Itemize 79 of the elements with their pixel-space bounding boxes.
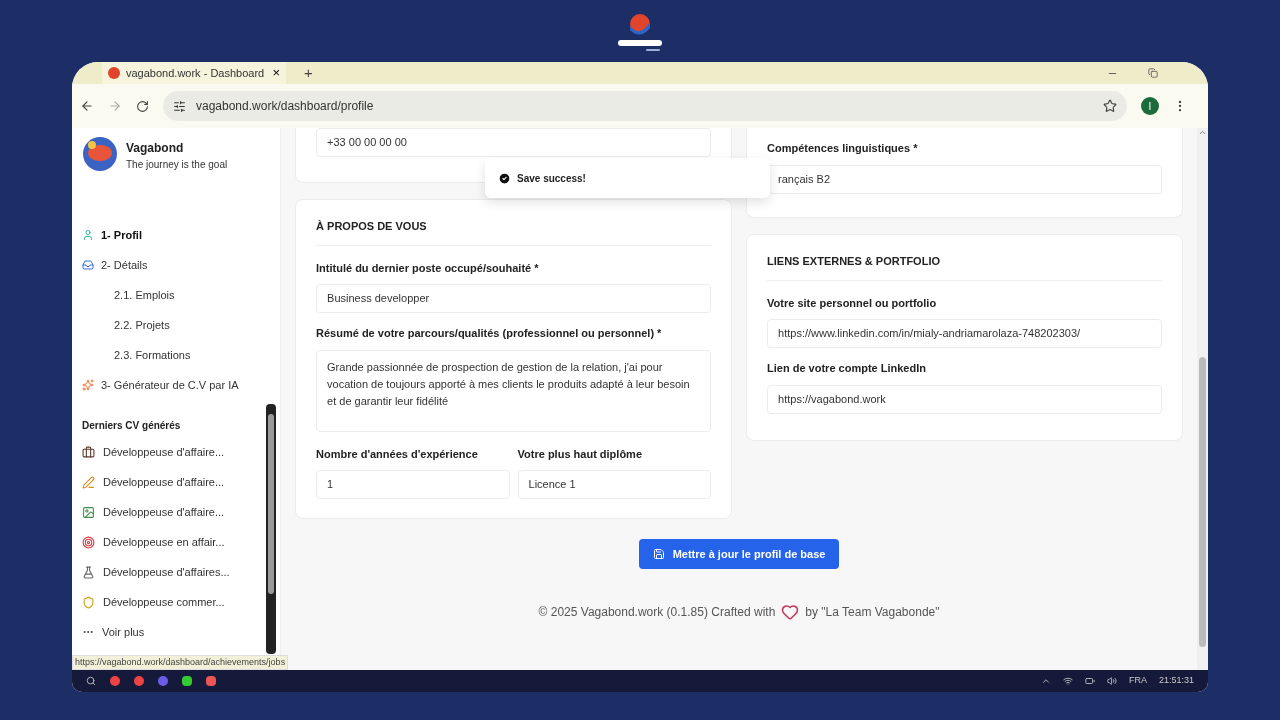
section-title: LIENS EXTERNES & PORTFOLIO <box>767 253 1163 281</box>
battery-icon[interactable] <box>1084 676 1095 686</box>
shield-icon <box>82 595 95 609</box>
reload-icon[interactable] <box>136 99 149 113</box>
favicon-icon <box>108 67 120 79</box>
job-title-field[interactable]: Business developper <box>316 284 712 313</box>
field-label: Votre site personnel ou portfolio <box>767 295 938 311</box>
url-text: vagabond.work/dashboard/profile <box>196 98 374 115</box>
field-label: Résumé de votre parcours/qualités (professionnel ou personnel) * <box>316 326 663 341</box>
phone-field[interactable]: +33 00 00 00 00 <box>316 128 712 157</box>
back-icon[interactable] <box>80 99 94 113</box>
nav-item[interactable]: 3- Générateur de C.V par IA <box>82 370 281 400</box>
footer-text: © 2025 Vagabond.work (0.1.85) Crafted with <box>538 604 776 621</box>
page-scrollbar[interactable] <box>1197 128 1208 670</box>
section-title: À PROPOS DE VOUS <box>316 218 712 246</box>
nav-subitem[interactable]: 2.3. Formations <box>82 340 281 370</box>
tab-title: vagabond.work - Dashboard <box>126 65 265 81</box>
browser-taskbar-icon[interactable] <box>134 676 144 686</box>
wifi-icon[interactable] <box>1062 676 1073 686</box>
save-icon <box>652 548 665 560</box>
field-label: Nombre d'années d'expérience <box>316 446 479 462</box>
toast: Save success! <box>485 158 770 198</box>
new-tab-button[interactable]: + <box>304 62 313 85</box>
flask-icon <box>82 565 95 579</box>
field-label: Votre plus haut diplôme <box>517 446 644 462</box>
website-field[interactable]: https://www.linkedin.com/in/mialy-andriamarolaza-748202303/ <box>767 319 1163 348</box>
recent-cv-item[interactable]: Développeuse d'affaire... <box>82 437 267 467</box>
heart-icon <box>781 603 800 621</box>
browser-taskbar-icon[interactable] <box>110 676 120 686</box>
experience-field[interactable]: 1 <box>316 470 510 499</box>
recent-cv-item[interactable]: Développeuse d'affaire... <box>82 497 267 527</box>
languages-field[interactable]: rançais B2 <box>767 164 1163 194</box>
nav-item[interactable]: 1- Profil <box>82 220 281 250</box>
footer-text: by "La Team Vagabonde" <box>805 604 940 621</box>
recent-cv-item[interactable]: Développeuse d'affaires... <box>82 557 267 587</box>
field-label: Intitulé du dernier poste occupé/souhaité * <box>316 260 540 276</box>
site-settings-icon[interactable] <box>173 99 186 113</box>
update-profile-button[interactable]: Mettre à jour le profil de base <box>638 539 840 569</box>
brand-logo-icon <box>82 136 118 172</box>
recent-heading: Derniers CV générés <box>82 419 182 433</box>
recent-cv-item[interactable]: Développeuse commer... <box>82 587 267 617</box>
volume-icon[interactable] <box>1106 676 1117 686</box>
brand-name: Vagabond <box>126 140 185 157</box>
profile-avatar[interactable]: I <box>1141 97 1159 115</box>
status-url: https://vagabond.work/dashboard/achievements/jobs <box>72 655 289 670</box>
app-taskbar-icon[interactable] <box>158 676 168 686</box>
sparkles-icon <box>82 379 94 391</box>
target-icon <box>82 535 95 549</box>
image-icon <box>82 505 95 519</box>
success-icon <box>498 171 511 185</box>
address-bar[interactable]: vagabond.work/dashboard/profile <box>163 91 1127 121</box>
recent-cv-item[interactable]: Développeuse d'affaire... <box>82 467 267 497</box>
inbox-icon <box>82 259 94 271</box>
tray-icon[interactable] <box>1040 676 1051 686</box>
nav-subitem[interactable]: 2.1. Emplois <box>82 280 281 310</box>
app-taskbar-icon[interactable] <box>206 676 216 686</box>
nav-subitem[interactable]: 2.2. Projets <box>82 310 281 340</box>
user-icon <box>82 229 94 241</box>
field-label: Compétences linguistiques * <box>767 141 919 156</box>
degree-field[interactable]: Licence 1 <box>517 470 712 499</box>
linkedin-field[interactable]: https://vagabond.work <box>767 384 1163 414</box>
tab-close[interactable]: × <box>272 63 280 83</box>
see-more-link[interactable]: Voir plus <box>82 617 267 647</box>
briefcase-icon <box>82 445 95 459</box>
field-label: Lien de votre compte LinkedIn <box>767 361 927 376</box>
pen-icon <box>82 475 95 489</box>
recent-cv-item[interactable]: Développeuse en affair... <box>82 527 267 557</box>
scroll-up-icon[interactable] <box>1198 128 1207 137</box>
sidebar-scrollbar[interactable] <box>266 404 277 654</box>
restore-icon[interactable] <box>1148 68 1158 78</box>
nav-item[interactable]: 2- Détails <box>82 250 281 280</box>
brand-tagline: The journey is the goal <box>126 158 228 172</box>
summary-textarea[interactable]: Grande passionnée de prospection de gestion de la relation, j'ai pour vocation de toujours apporté à mes clients le produits adapté à leur besoin et de garantir leur fidélité <box>316 349 712 432</box>
bookmark-icon[interactable] <box>1103 99 1117 113</box>
clock[interactable]: 21:51:31 <box>1158 674 1194 688</box>
app-taskbar-icon[interactable] <box>182 676 192 686</box>
language-indicator[interactable]: FRA <box>1128 674 1147 688</box>
browser-tab[interactable]: vagabond.work - Dashboard × <box>102 62 286 84</box>
search-icon[interactable] <box>86 676 96 686</box>
